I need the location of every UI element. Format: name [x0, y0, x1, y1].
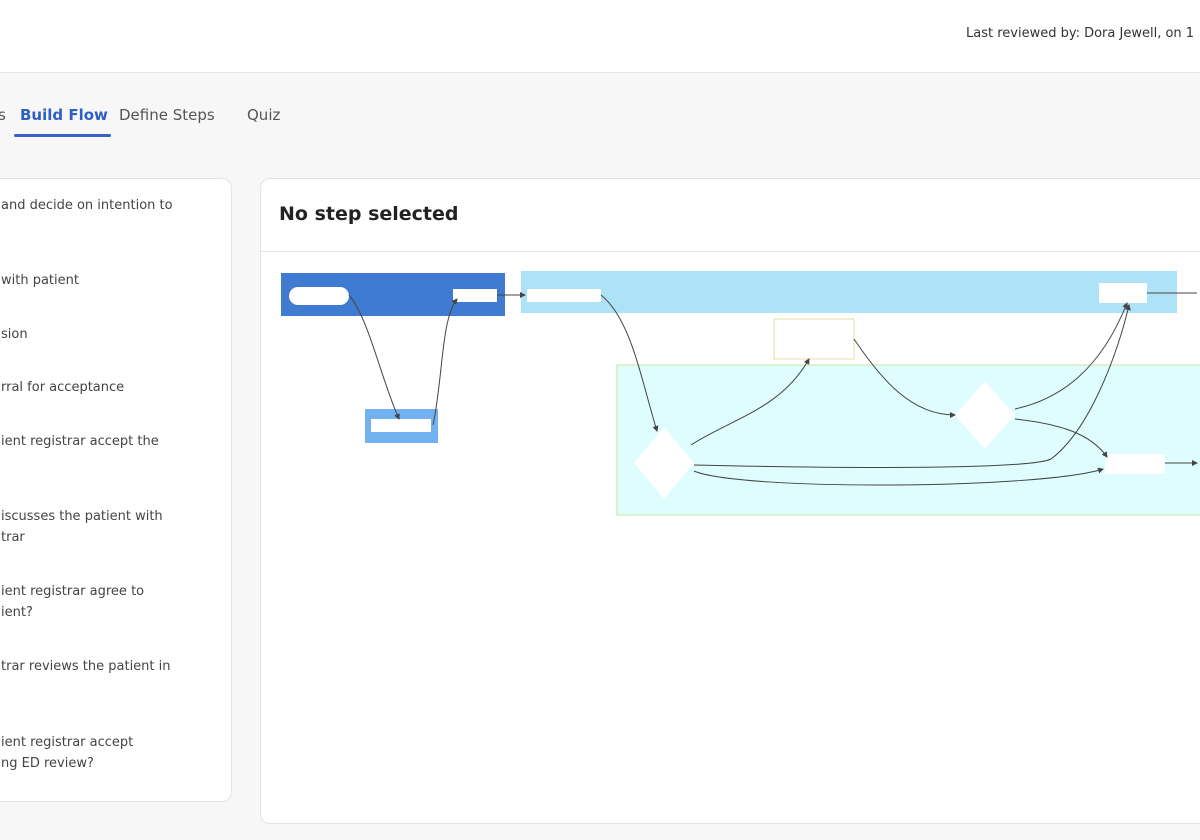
- step-label-line2: ient?: [1, 605, 33, 620]
- step-label: iscusses the patient with: [1, 509, 163, 524]
- note-box[interactable]: [773, 318, 855, 360]
- step-label: trar reviews the patient in: [1, 659, 171, 674]
- step-item[interactable]: trar reviews the patient in: [1, 656, 201, 677]
- tab-quiz[interactable]: Quiz: [247, 106, 280, 124]
- step-label: with patient: [1, 273, 79, 288]
- top-bar: Last reviewed by: Dora Jewell, on 1: [0, 0, 1200, 73]
- step-item[interactable]: rral for acceptance: [1, 377, 201, 398]
- active-tab-indicator: [14, 134, 111, 137]
- swimlane-light-blue[interactable]: [521, 271, 1177, 313]
- step-item[interactable]: ient registrar accept the: [1, 431, 201, 452]
- last-reviewed-text: Last reviewed by: Dora Jewell, on 1: [966, 26, 1195, 41]
- flow-panel: No step selected: [260, 178, 1200, 824]
- tab-define-steps[interactable]: Define Steps: [119, 106, 215, 124]
- tab-build-flow[interactable]: Build Flow: [20, 106, 108, 124]
- step-label-line2: trar: [1, 530, 25, 545]
- step-item[interactable]: ient registrar agree to ient?: [1, 581, 201, 623]
- process-node[interactable]: [453, 289, 497, 302]
- tab-bar: s Build Flow Define Steps Quiz: [0, 96, 400, 140]
- flow-diagram[interactable]: [261, 259, 1200, 559]
- step-label: ient registrar accept the: [1, 434, 159, 449]
- tab-overview[interactable]: s: [0, 106, 6, 124]
- step-item[interactable]: iscusses the patient with trar: [1, 506, 201, 548]
- process-node[interactable]: [1099, 283, 1147, 303]
- steps-panel: and decide on intention to with patient …: [0, 178, 232, 802]
- process-node[interactable]: [1105, 454, 1165, 474]
- connector: [432, 298, 458, 426]
- swimlane-cyan[interactable]: [616, 364, 1200, 516]
- step-item[interactable]: with patient: [1, 270, 201, 291]
- step-label: rral for acceptance: [1, 380, 125, 395]
- step-item[interactable]: ient registrar accept ng ED review?: [1, 732, 201, 774]
- step-label: ient registrar accept: [1, 735, 134, 750]
- step-label: and decide on intention to: [1, 198, 173, 213]
- step-item[interactable]: sion: [1, 324, 201, 345]
- panel-title: No step selected: [279, 203, 459, 225]
- step-label-line2: ng ED review?: [1, 756, 94, 771]
- step-label: sion: [1, 327, 28, 342]
- step-item[interactable]: and decide on intention to: [1, 195, 201, 216]
- start-node[interactable]: [289, 287, 349, 305]
- step-label: ient registrar agree to: [1, 584, 145, 599]
- process-node[interactable]: [371, 419, 431, 432]
- process-node[interactable]: [527, 289, 601, 302]
- divider: [261, 251, 1200, 252]
